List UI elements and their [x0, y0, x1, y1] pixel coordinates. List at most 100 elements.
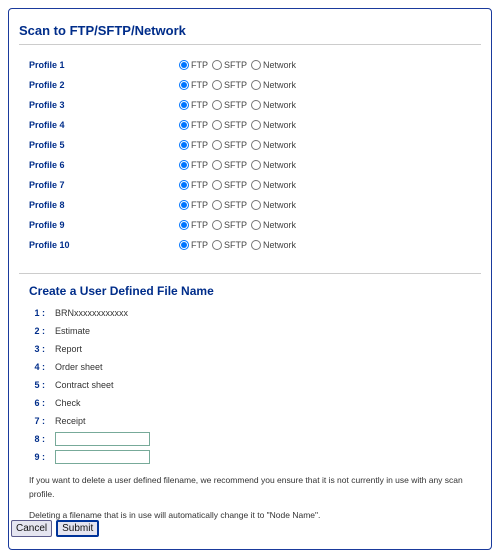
radio-sftp-input[interactable]	[212, 200, 222, 210]
filename-value: Report	[49, 344, 82, 354]
radio-ftp[interactable]: FTP	[179, 200, 208, 210]
radio-network[interactable]: Network	[251, 240, 296, 250]
radio-group: FTP SFTP Network	[179, 160, 296, 170]
radio-ftp[interactable]: FTP	[179, 180, 208, 190]
radio-sftp-label: SFTP	[224, 240, 247, 250]
radio-network[interactable]: Network	[251, 140, 296, 150]
filename-number: 9	[29, 452, 49, 462]
radio-network-input[interactable]	[251, 180, 261, 190]
radio-group: FTP SFTP Network	[179, 240, 296, 250]
filename-value: Order sheet	[49, 362, 103, 372]
radio-sftp-input[interactable]	[212, 120, 222, 130]
radio-sftp-input[interactable]	[212, 60, 222, 70]
radio-network[interactable]: Network	[251, 80, 296, 90]
radio-sftp-input[interactable]	[212, 100, 222, 110]
radio-ftp-input[interactable]	[179, 180, 189, 190]
radio-ftp[interactable]: FTP	[179, 60, 208, 70]
radio-network-input[interactable]	[251, 220, 261, 230]
radio-sftp[interactable]: SFTP	[212, 240, 247, 250]
radio-sftp-label: SFTP	[224, 60, 247, 70]
radio-ftp-input[interactable]	[179, 80, 189, 90]
profile-row: Profile 6FTPSFTPNetwork	[29, 155, 481, 175]
radio-network-input[interactable]	[251, 240, 261, 250]
radio-network-input[interactable]	[251, 160, 261, 170]
radio-network[interactable]: Network	[251, 120, 296, 130]
radio-ftp[interactable]: FTP	[179, 140, 208, 150]
profile-row: Profile 1FTPSFTPNetwork	[29, 55, 481, 75]
radio-ftp[interactable]: FTP	[179, 100, 208, 110]
radio-sftp-label: SFTP	[224, 140, 247, 150]
radio-network[interactable]: Network	[251, 160, 296, 170]
filename-row: 9	[29, 448, 481, 466]
radio-sftp-label: SFTP	[224, 200, 247, 210]
radio-ftp-input[interactable]	[179, 60, 189, 70]
radio-ftp[interactable]: FTP	[179, 220, 208, 230]
radio-network[interactable]: Network	[251, 220, 296, 230]
radio-ftp-input[interactable]	[179, 160, 189, 170]
radio-sftp[interactable]: SFTP	[212, 160, 247, 170]
radio-ftp-input[interactable]	[179, 220, 189, 230]
radio-ftp[interactable]: FTP	[179, 120, 208, 130]
radio-ftp-label: FTP	[191, 100, 208, 110]
filename-row: 1BRNxxxxxxxxxxxx	[29, 304, 481, 322]
radio-sftp-input[interactable]	[212, 220, 222, 230]
radio-network-input[interactable]	[251, 80, 261, 90]
radio-ftp[interactable]: FTP	[179, 160, 208, 170]
radio-network-label: Network	[263, 60, 296, 70]
radio-ftp-label: FTP	[191, 160, 208, 170]
radio-group: FTP SFTP Network	[179, 120, 296, 130]
radio-ftp-input[interactable]	[179, 120, 189, 130]
radio-sftp[interactable]: SFTP	[212, 100, 247, 110]
radio-network[interactable]: Network	[251, 60, 296, 70]
radio-group: FTP SFTP Network	[179, 60, 296, 70]
radio-sftp[interactable]: SFTP	[212, 220, 247, 230]
radio-group: FTP SFTP Network	[179, 220, 296, 230]
radio-ftp[interactable]: FTP	[179, 80, 208, 90]
profile-row: Profile 5FTPSFTPNetwork	[29, 135, 481, 155]
radio-sftp-input[interactable]	[212, 180, 222, 190]
profile-row: Profile 10FTPSFTPNetwork	[29, 235, 481, 255]
filename-value: Contract sheet	[49, 380, 114, 390]
radio-network-input[interactable]	[251, 140, 261, 150]
profile-row: Profile 2FTPSFTPNetwork	[29, 75, 481, 95]
radio-network-label: Network	[263, 120, 296, 130]
radio-group: FTP SFTP Network	[179, 100, 296, 110]
radio-sftp-input[interactable]	[212, 240, 222, 250]
filename-value: Estimate	[49, 326, 90, 336]
radio-network[interactable]: Network	[251, 100, 296, 110]
radio-ftp-label: FTP	[191, 140, 208, 150]
radio-group: FTP SFTP Network	[179, 200, 296, 210]
filename-input[interactable]	[55, 432, 150, 446]
radio-sftp[interactable]: SFTP	[212, 200, 247, 210]
radio-sftp[interactable]: SFTP	[212, 120, 247, 130]
radio-ftp-input[interactable]	[179, 140, 189, 150]
page-title: Scan to FTP/SFTP/Network	[19, 23, 481, 38]
radio-network-input[interactable]	[251, 60, 261, 70]
filename-number: 8	[29, 434, 49, 444]
filename-number: 5	[29, 380, 49, 390]
radio-ftp-input[interactable]	[179, 200, 189, 210]
radio-group: FTP SFTP Network	[179, 140, 296, 150]
radio-ftp-input[interactable]	[179, 100, 189, 110]
profile-label: Profile 8	[29, 200, 179, 210]
radio-sftp[interactable]: SFTP	[212, 60, 247, 70]
submit-button[interactable]: Submit	[56, 520, 99, 537]
filename-input[interactable]	[55, 450, 150, 464]
radio-sftp[interactable]: SFTP	[212, 180, 247, 190]
radio-sftp-input[interactable]	[212, 160, 222, 170]
cancel-button[interactable]: Cancel	[11, 520, 52, 537]
profile-label: Profile 9	[29, 220, 179, 230]
radio-network[interactable]: Network	[251, 200, 296, 210]
radio-sftp-input[interactable]	[212, 140, 222, 150]
filename-row: 3Report	[29, 340, 481, 358]
radio-network[interactable]: Network	[251, 180, 296, 190]
radio-network-input[interactable]	[251, 100, 261, 110]
radio-sftp[interactable]: SFTP	[212, 140, 247, 150]
radio-sftp[interactable]: SFTP	[212, 80, 247, 90]
radio-ftp[interactable]: FTP	[179, 240, 208, 250]
radio-network-input[interactable]	[251, 120, 261, 130]
filename-number: 3	[29, 344, 49, 354]
radio-network-input[interactable]	[251, 200, 261, 210]
radio-sftp-input[interactable]	[212, 80, 222, 90]
radio-ftp-input[interactable]	[179, 240, 189, 250]
